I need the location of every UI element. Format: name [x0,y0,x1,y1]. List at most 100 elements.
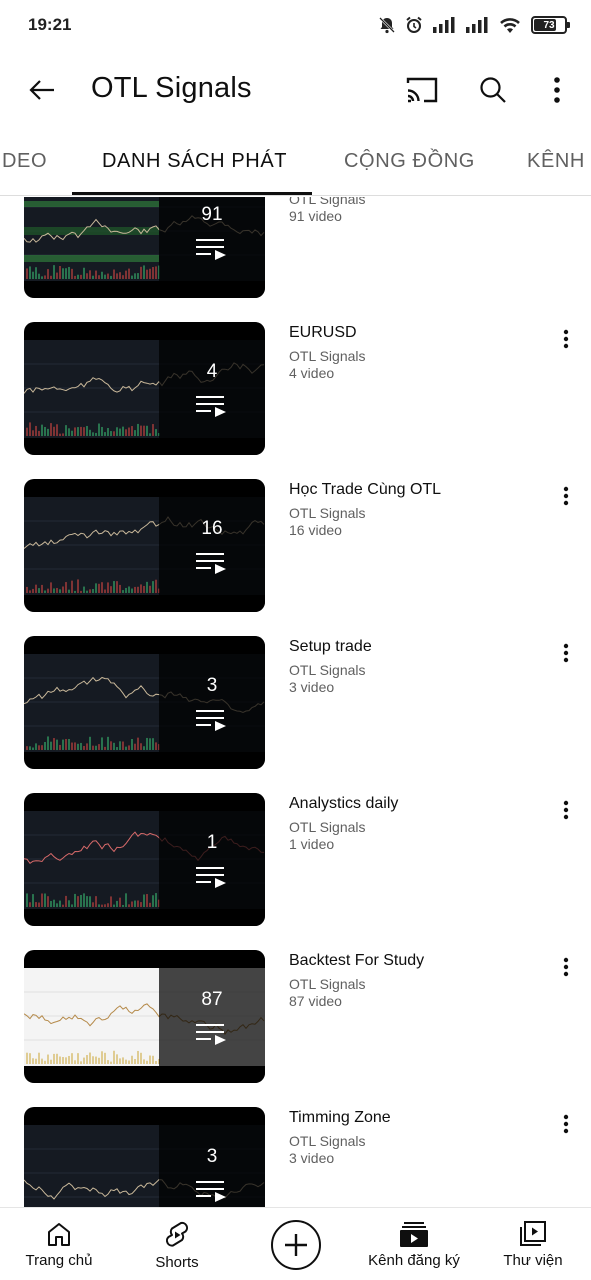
nav-subscriptions[interactable]: Kênh đăng ký [363,1208,465,1280]
playlist-title[interactable]: Backtest For Study [289,952,424,970]
playlist-title[interactable]: Setup trade [289,638,372,656]
create-button[interactable] [271,1220,321,1270]
search-button[interactable] [473,70,513,110]
playlist-count-overlay: 3 [159,636,265,769]
playlist-video-count: 1 [206,831,218,853]
playlist-count-overlay: 91 [159,197,265,298]
status-icons: 73 [378,16,570,34]
playlist-thumbnail[interactable]: 1 [24,793,265,926]
playlist-count-overlay: 4 [159,322,265,455]
playlist-item[interactable]: 87 Backtest For Study OTL Signals 87 video [0,950,591,1107]
wifi-icon [500,18,520,33]
playlist-title[interactable]: EURUSD [289,324,366,342]
library-icon [520,1221,546,1246]
playlist-count-label: 4 video [289,365,335,381]
page-title: OTL Signals [91,72,252,104]
battery-percent: 73 [543,19,555,31]
more-vert-icon [563,643,569,663]
playlist-title[interactable]: Timming Zone [289,1109,391,1127]
mute-bell-icon [379,17,395,34]
subscriptions-icon [400,1222,428,1247]
playlist-thumbnail[interactable]: 91 [24,197,265,298]
more-vert-icon [563,329,569,349]
nav-library[interactable]: Thư viện [500,1208,566,1280]
active-tab-indicator [72,192,312,195]
playlist-video-count: 91 [201,203,223,225]
tab-video[interactable]: DEO [2,150,47,173]
signal-icon-1 [433,17,455,33]
playlist-thumbnail[interactable]: 4 [24,322,265,455]
shorts-icon [165,1221,189,1247]
more-vert-icon [563,486,569,506]
nav-subscriptions-label: Kênh đăng ký [368,1252,460,1269]
playlist-channel: OTL Signals [289,1133,366,1149]
playlist-count-label: 1 video [289,836,335,852]
status-time: 19:21 [28,15,72,34]
playlist-meta: XAUUSDOTL Signals91 video [289,197,366,225]
nav-shorts[interactable]: Shorts [146,1208,208,1280]
playlist-more-button[interactable] [556,1111,576,1137]
more-options-button[interactable] [537,70,577,110]
playlist-queue-icon [196,1180,226,1202]
more-vert-icon [563,1114,569,1134]
battery-icon: 73 [531,16,570,34]
playlist-more-button[interactable] [556,326,576,352]
playlist-video-count: 87 [201,988,223,1010]
search-icon [480,77,506,103]
playlist-thumbnail[interactable]: 3 [24,1107,265,1207]
cast-button[interactable] [402,70,442,110]
more-vert-icon [554,77,560,103]
playlist-meta: Timming Zone OTL Signals 3 video [289,1109,391,1167]
playlist-item[interactable]: 16 Học Trade Cùng OTL OTL Signals 16 video [0,479,591,636]
more-vert-icon [563,800,569,820]
playlist-count-overlay: 16 [159,479,265,612]
bottom-navigation: Trang chủ Shorts Kênh đăng ký Thư viện [0,1207,591,1280]
nav-library-label: Thư viện [503,1252,563,1269]
playlist-channel: OTL Signals [289,197,366,207]
back-button[interactable] [24,72,60,108]
nav-home[interactable]: Trang chủ [24,1208,94,1280]
nav-shorts-label: Shorts [155,1254,199,1271]
playlist-more-button[interactable] [556,483,576,509]
playlist-more-button[interactable] [556,954,576,980]
playlist-item[interactable]: 3 Timming Zone OTL Signals 3 video [0,1107,591,1207]
playlist-channel: OTL Signals [289,505,366,521]
playlist-count-label: 3 video [289,1150,335,1166]
create-plus-icon [285,1234,307,1256]
playlist-count-label: 91 video [289,208,342,224]
alarm-icon [406,16,422,33]
playlist-channel: OTL Signals [289,662,366,678]
playlist-queue-icon [196,552,226,574]
playlist-queue-icon [196,866,226,888]
playlist-count-label: 16 video [289,522,342,538]
tab-community[interactable]: CỘNG ĐỒNG [344,150,475,173]
playlist-list[interactable]: 91 XAUUSDOTL Signals91 video 4 EURUSD OTL Si… [0,197,591,1207]
playlist-item[interactable]: 3 Setup trade OTL Signals 3 video [0,636,591,793]
channel-tabs: DEO DANH SÁCH PHÁT CỘNG ĐỒNG KÊNH [0,130,591,196]
playlist-channel: OTL Signals [289,976,366,992]
playlist-video-count: 3 [206,674,218,696]
tab-playlists[interactable]: DANH SÁCH PHÁT [102,150,287,173]
playlist-item[interactable]: 4 EURUSD OTL Signals 4 video [0,322,591,479]
tab-channels[interactable]: KÊNH [527,150,585,173]
back-arrow-icon [29,80,54,100]
playlist-queue-icon [196,709,226,731]
playlist-thumbnail[interactable]: 87 [24,950,265,1083]
app-bar: OTL Signals [0,50,591,130]
signal-icon-2 [466,17,488,33]
playlist-more-button[interactable] [556,797,576,823]
playlist-meta: Analystics daily OTL Signals 1 video [289,795,398,853]
playlist-title[interactable]: Học Trade Cùng OTL [289,481,441,499]
playlist-count-overlay: 87 [159,950,265,1083]
playlist-meta: Học Trade Cùng OTL OTL Signals 16 video [289,481,441,539]
playlist-item[interactable]: 91 XAUUSDOTL Signals91 video [0,197,591,322]
playlist-meta: Setup trade OTL Signals 3 video [289,638,372,696]
playlist-thumbnail[interactable]: 16 [24,479,265,612]
playlist-item[interactable]: 1 Analystics daily OTL Signals 1 video [0,793,591,950]
playlist-more-button[interactable] [556,640,576,666]
cast-icon [406,77,438,103]
playlist-queue-icon [196,1023,226,1045]
playlist-title[interactable]: Analystics daily [289,795,398,813]
playlist-thumbnail[interactable]: 3 [24,636,265,769]
playlist-queue-icon [196,395,226,417]
